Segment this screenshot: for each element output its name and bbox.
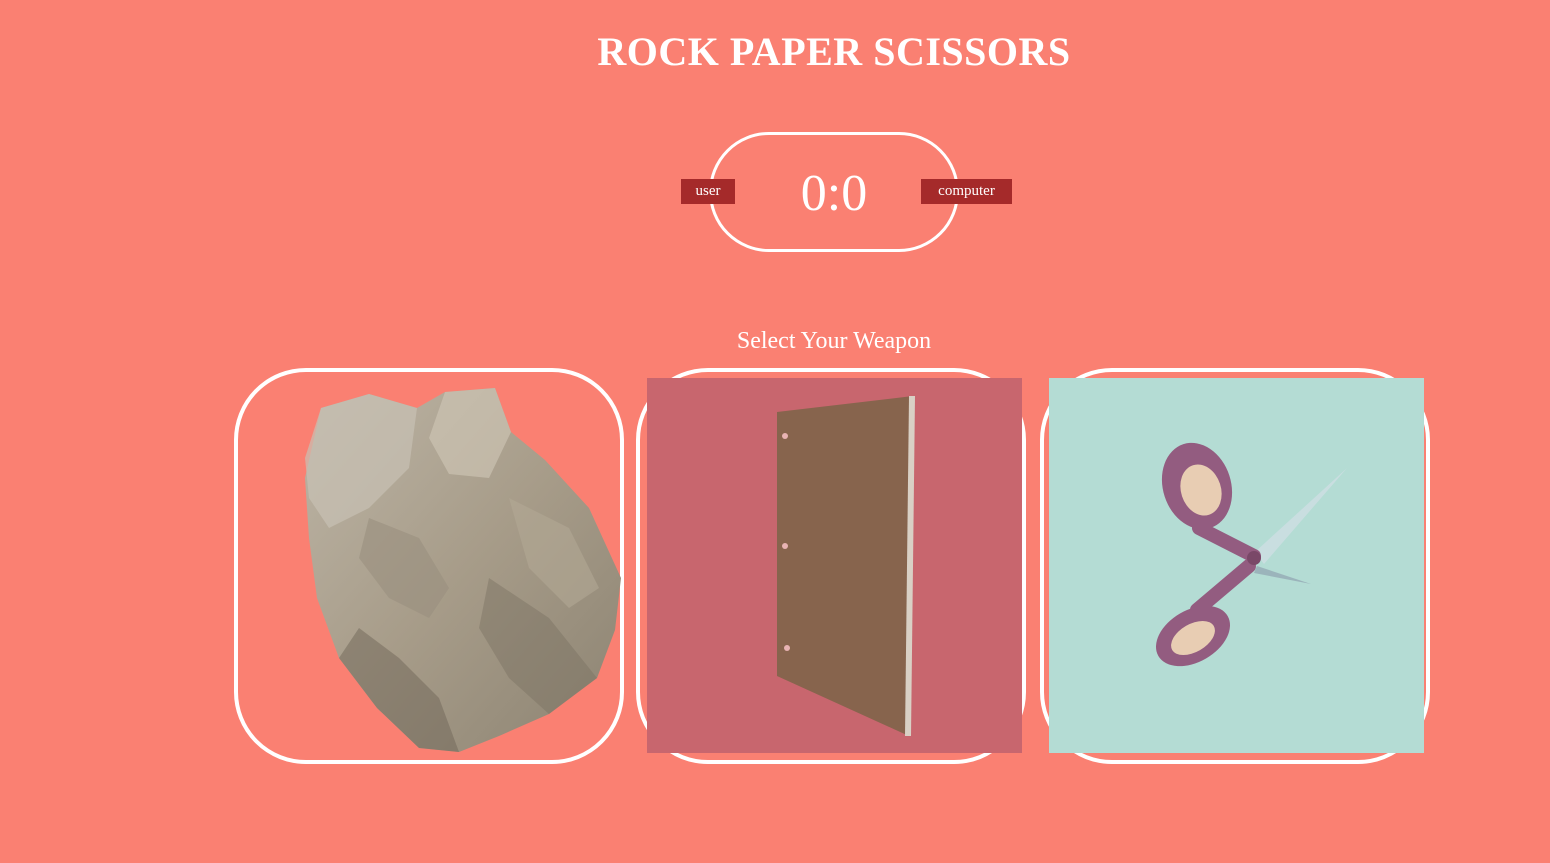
computer-score-label: computer [921, 179, 1012, 204]
scissors-image[interactable] [1049, 378, 1424, 753]
user-score-label: user [681, 179, 735, 204]
paper-image[interactable] [647, 378, 1022, 753]
rock-image[interactable] [249, 378, 624, 753]
game-page: ROCK PAPER SCISSORS 0:0 user computer Se… [0, 0, 1550, 863]
result-message: Select Your Weapon [736, 328, 932, 354]
score-display: 0:0 [800, 165, 868, 222]
page-title: ROCK PAPER SCISSORS [597, 29, 1071, 74]
